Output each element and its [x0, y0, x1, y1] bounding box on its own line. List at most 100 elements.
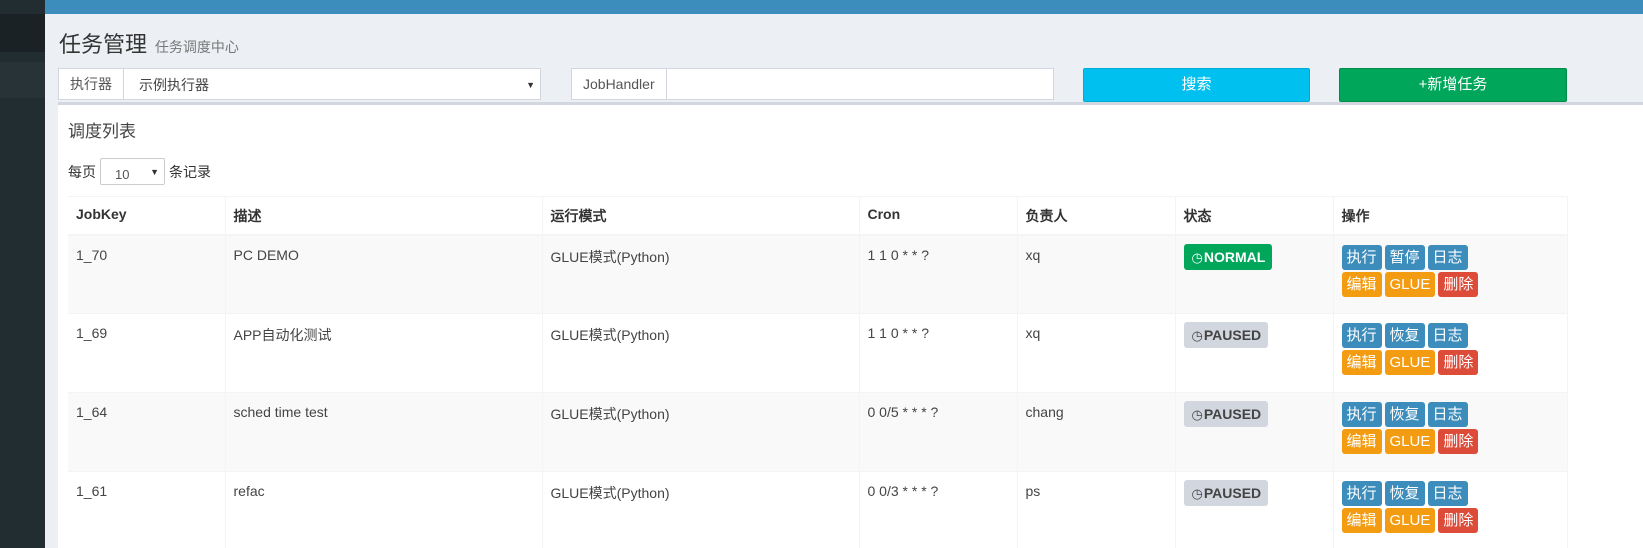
glue-button[interactable]: GLUE	[1384, 508, 1436, 533]
column-header-run-mode[interactable]: 运行模式	[542, 196, 860, 236]
cell-status: ◷PAUSED	[1175, 313, 1334, 393]
delete-button[interactable]: 删除	[1438, 271, 1479, 297]
cell-cron: 1 1 0 * * ?	[859, 313, 1018, 393]
cell-jobkey: 1_61	[68, 471, 226, 548]
delete-button[interactable]: 删除	[1438, 429, 1479, 454]
executor-selected-value: 示例执行器	[139, 77, 209, 93]
run-button[interactable]: 执行	[1341, 481, 1382, 506]
status-text: NORMAL	[1203, 248, 1266, 265]
run-button[interactable]: 执行	[1341, 323, 1382, 348]
table-row: 1_61 refac GLUE模式(Python) 0 0/3 * * * ? …	[68, 471, 1568, 548]
top-navbar	[45, 0, 1643, 14]
jobhandler-input[interactable]	[666, 69, 1053, 99]
clock-icon: ◷	[1191, 486, 1203, 501]
status-text: PAUSED	[1203, 327, 1262, 343]
page-title: 任务管理	[59, 32, 148, 57]
cell-actions: 执行 暂停 日志 编辑 GLUE 删除	[1333, 234, 1568, 314]
status-text: PAUSED	[1203, 485, 1262, 501]
log-button[interactable]: 日志	[1427, 402, 1468, 427]
pause-button[interactable]: 暂停	[1384, 244, 1425, 270]
jobhandler-label: JobHandler	[572, 69, 667, 99]
page-size-prefix: 每页	[68, 163, 96, 180]
page-size-value: 10	[115, 167, 130, 182]
table-row: 1_70 PC DEMO GLUE模式(Python) 1 1 0 * * ? …	[68, 234, 1568, 314]
column-header-status[interactable]: 状态	[1175, 196, 1334, 236]
cell-description: APP自动化测试	[225, 313, 543, 393]
sidebar-item[interactable]	[0, 62, 45, 98]
cell-cron: 0 0/5 * * * ?	[859, 392, 1018, 472]
sidebar	[0, 0, 45, 548]
glue-button[interactable]: GLUE	[1384, 429, 1436, 454]
clock-icon: ◷	[1191, 249, 1203, 265]
cell-description: sched time test	[225, 392, 543, 472]
page-size-select[interactable]: 10 ▼	[100, 158, 165, 185]
glue-button[interactable]: GLUE	[1384, 271, 1436, 297]
edit-button[interactable]: 编辑	[1341, 508, 1382, 533]
cell-status: ◷PAUSED	[1175, 471, 1334, 548]
cell-jobkey: 1_69	[68, 313, 226, 393]
search-button[interactable]: 搜索	[1083, 68, 1310, 102]
log-button[interactable]: 日志	[1427, 481, 1468, 506]
cell-run-mode: GLUE模式(Python)	[542, 313, 860, 393]
cell-jobkey: 1_70	[68, 234, 226, 314]
table-header-row: JobKey 描述 运行模式 Cron 负责人 状态 操作	[68, 196, 1568, 236]
add-job-button[interactable]: +新增任务	[1339, 68, 1567, 102]
status-text: PAUSED	[1203, 406, 1262, 422]
resume-button[interactable]: 恢复	[1384, 481, 1425, 506]
cell-owner: xq	[1017, 234, 1176, 314]
executor-filter: 执行器 示例执行器 ▼	[58, 68, 541, 100]
job-list-box: 调度列表 每页 10 ▼ 条记录 JobKey 描述 运行模式 Cron 负责人…	[58, 102, 1643, 548]
table-row: 1_69 APP自动化测试 GLUE模式(Python) 1 1 0 * * ?…	[68, 313, 1568, 393]
cell-status: ◷NORMAL	[1175, 234, 1334, 314]
status-badge: ◷NORMAL	[1183, 243, 1273, 270]
edit-button[interactable]: 编辑	[1341, 350, 1382, 375]
clock-icon: ◷	[1191, 328, 1203, 343]
cell-run-mode: GLUE模式(Python)	[542, 392, 860, 472]
cell-cron: 0 0/3 * * * ?	[859, 471, 1018, 548]
resume-button[interactable]: 恢复	[1384, 323, 1425, 348]
cell-jobkey: 1_64	[68, 392, 226, 472]
log-button[interactable]: 日志	[1427, 244, 1468, 270]
column-header-cron[interactable]: Cron	[859, 196, 1018, 236]
delete-button[interactable]: 删除	[1438, 508, 1479, 533]
cell-owner: chang	[1017, 392, 1176, 472]
cell-description: PC DEMO	[225, 234, 543, 314]
glue-button[interactable]: GLUE	[1384, 350, 1436, 375]
sidebar-item-active[interactable]	[0, 14, 45, 52]
column-header-owner[interactable]: 负责人	[1017, 196, 1176, 236]
edit-button[interactable]: 编辑	[1341, 429, 1382, 454]
status-badge: ◷PAUSED	[1183, 401, 1269, 427]
run-button[interactable]: 执行	[1341, 244, 1382, 270]
status-badge: ◷PAUSED	[1183, 322, 1269, 348]
column-header-jobkey[interactable]: JobKey	[68, 196, 226, 236]
resume-button[interactable]: 恢复	[1384, 402, 1425, 427]
caret-down-icon: ▼	[150, 167, 159, 177]
clock-icon: ◷	[1191, 407, 1203, 422]
cell-run-mode: GLUE模式(Python)	[542, 471, 860, 548]
cell-owner: ps	[1017, 471, 1176, 548]
cell-cron: 1 1 0 * * ?	[859, 234, 1018, 314]
job-table: JobKey 描述 运行模式 Cron 负责人 状态 操作 1_70 PC DE…	[68, 196, 1568, 548]
edit-button[interactable]: 编辑	[1341, 271, 1382, 297]
cell-actions: 执行 恢复 日志 编辑 GLUE 删除	[1333, 471, 1568, 548]
run-button[interactable]: 执行	[1341, 402, 1382, 427]
cell-actions: 执行 恢复 日志 编辑 GLUE 删除	[1333, 392, 1568, 472]
executor-label: 执行器	[59, 69, 124, 99]
caret-down-icon: ▼	[526, 80, 535, 90]
cell-run-mode: GLUE模式(Python)	[542, 234, 860, 314]
column-header-description[interactable]: 描述	[225, 196, 543, 236]
delete-button[interactable]: 删除	[1438, 350, 1479, 375]
page-subtitle: 任务调度中心	[154, 39, 239, 55]
table-row: 1_64 sched time test GLUE模式(Python) 0 0/…	[68, 392, 1568, 472]
cell-actions: 执行 恢复 日志 编辑 GLUE 删除	[1333, 313, 1568, 393]
log-button[interactable]: 日志	[1427, 323, 1468, 348]
cell-status: ◷PAUSED	[1175, 392, 1334, 472]
status-badge: ◷PAUSED	[1183, 480, 1269, 506]
page-size-control: 每页 10 ▼ 条记录	[68, 158, 211, 185]
cell-description: refac	[225, 471, 543, 548]
executor-select[interactable]: 示例执行器 ▼	[124, 69, 540, 99]
page-size-suffix: 条记录	[169, 163, 211, 180]
column-header-actions: 操作	[1333, 196, 1568, 236]
cell-owner: xq	[1017, 313, 1176, 393]
page-header: 任务管理 任务调度中心	[59, 27, 239, 59]
